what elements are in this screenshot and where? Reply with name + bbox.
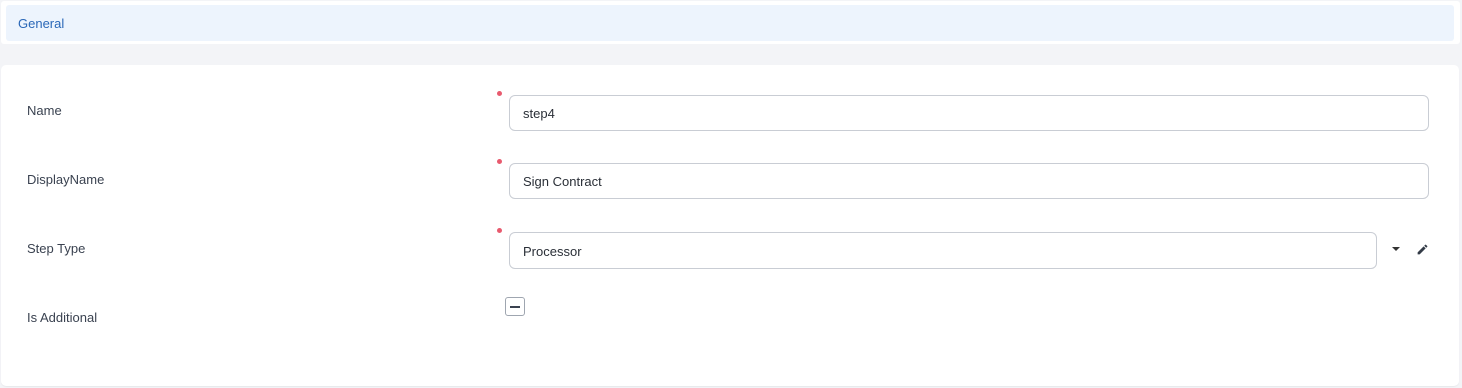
displayname-label: DisplayName: [27, 172, 105, 187]
name-input[interactable]: [509, 95, 1429, 131]
form-card: Name DisplayName Step Type Processor Is …: [1, 65, 1459, 386]
section-title[interactable]: General: [18, 16, 64, 31]
caret-down-icon[interactable]: [1392, 247, 1400, 251]
step-type-selected-value: Processor: [523, 244, 582, 259]
displayname-input[interactable]: [509, 163, 1429, 199]
name-required-indicator: [497, 91, 502, 96]
section-header-container: General: [1, 1, 1460, 44]
step-type-required-indicator: [497, 228, 502, 233]
pencil-icon[interactable]: [1416, 243, 1429, 256]
dash-icon: [510, 306, 520, 308]
is-additional-label: Is Additional: [27, 310, 98, 325]
is-additional-checkbox[interactable]: [505, 297, 525, 316]
section-header-general[interactable]: General: [6, 5, 1454, 41]
displayname-required-indicator: [497, 159, 502, 164]
step-type-label: Step Type: [27, 241, 86, 256]
step-type-select[interactable]: Processor: [509, 232, 1377, 269]
name-label: Name: [27, 103, 62, 118]
